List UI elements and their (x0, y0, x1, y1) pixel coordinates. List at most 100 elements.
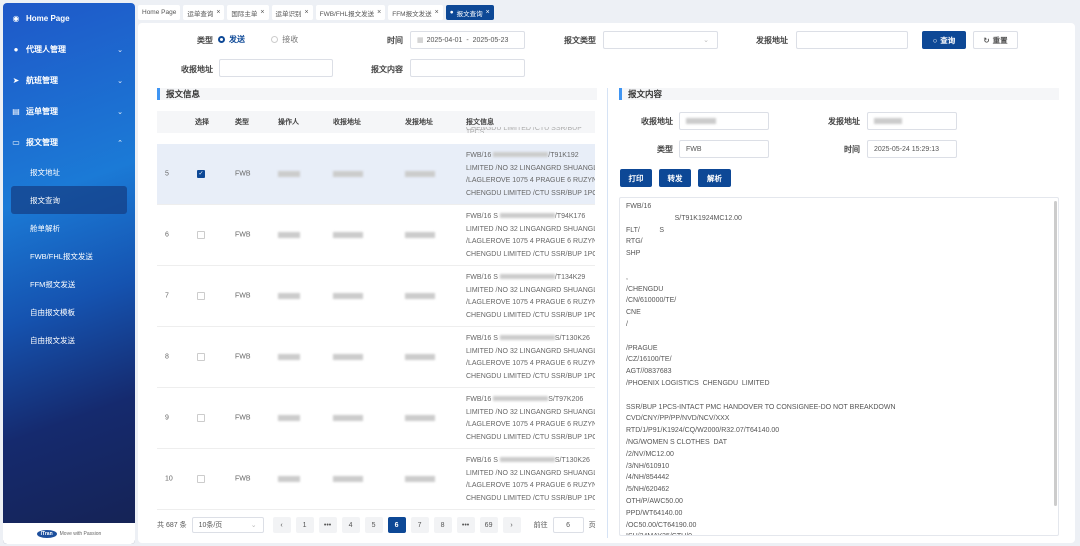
radio-send[interactable]: 发送 (218, 35, 245, 44)
table-row[interactable]: 7 FWB FWB/16 S /T134K29 LIMITED /NO 32 LI… (157, 266, 595, 327)
row-checkbox[interactable] (197, 292, 205, 300)
page-button[interactable]: 8 (433, 517, 452, 533)
msg-type-select[interactable]: ⌄ (603, 31, 718, 49)
reset-button[interactable]: ↻ 重置 (973, 31, 1018, 49)
row-sender (405, 293, 435, 299)
calendar-icon: ▦ (417, 37, 424, 44)
detail-time-label: 时间 (844, 145, 860, 154)
redacted-value (499, 213, 555, 218)
query-button[interactable]: ○ 查询 (922, 31, 966, 49)
date-range-input[interactable]: ▦ 2025-04-01 - 2025-05-23 (410, 31, 525, 49)
row-checkbox[interactable] (197, 231, 205, 239)
goto-page-input[interactable]: 6 (552, 517, 584, 533)
row-checkbox[interactable] (197, 353, 205, 361)
sidebar-sub-manifest[interactable]: 舱单解析 (11, 214, 127, 242)
next-page-button[interactable]: › (502, 517, 521, 533)
page-ellipsis[interactable]: ••• (456, 517, 475, 533)
tab-waybill-recognize[interactable]: 运单识别 × (271, 5, 313, 20)
refresh-icon: ↻ (983, 35, 990, 45)
type-radio-group: 发送 接收 (218, 34, 298, 45)
close-icon[interactable]: × (435, 9, 439, 16)
table-row[interactable]: 5 ✓ FWB FWB/16 /T91K192 LIMITED /NO 32 LI… (157, 144, 595, 205)
row-sender (405, 171, 435, 177)
row-receiver (333, 354, 363, 360)
receiver-input[interactable] (219, 59, 333, 77)
redacted-value (493, 396, 549, 401)
detail-sender-field[interactable] (867, 112, 957, 130)
sidebar-sub-free[interactable]: 自由报文发送 (11, 326, 127, 354)
row-checkbox[interactable] (197, 414, 205, 422)
row-type: FWB (235, 231, 251, 239)
tab-fwb-send[interactable]: FWB/FHL报文发送 × (315, 5, 386, 20)
close-icon[interactable]: × (260, 9, 264, 16)
parse-button[interactable]: 解析 (698, 169, 731, 187)
tab-home[interactable]: Home Page (138, 5, 181, 20)
sidebar-sub-query[interactable]: 报文查询 (11, 186, 127, 214)
tab-waybill-query[interactable]: 运单查询 × (183, 5, 225, 20)
goto-label: 前往 (533, 522, 548, 529)
sidebar-sub-fwb[interactable]: FWB/FHL报文发送 (11, 242, 127, 270)
logo: ITran Move with Passion (3, 523, 135, 544)
sidebar-sub-address[interactable]: 报文地址 (11, 158, 127, 186)
sidebar-sub-ffm[interactable]: FFM报文发送 (11, 270, 127, 298)
close-icon[interactable]: × (216, 9, 220, 16)
radio-checked-icon (218, 36, 225, 44)
page-button[interactable]: 1 (295, 517, 314, 533)
prev-page-button[interactable]: ‹ (272, 517, 291, 533)
print-button[interactable]: 打印 (620, 169, 652, 187)
close-icon[interactable]: × (377, 9, 381, 16)
radio-receive[interactable]: 接收 (271, 35, 298, 44)
sender-input[interactable] (796, 31, 908, 49)
chevron-left-icon: ‹ (280, 521, 283, 529)
tab-intl-master[interactable]: 国际主单 × (227, 5, 269, 20)
msg-type-label: 报文类型 (564, 36, 596, 45)
pagination: 共 687 条 10条/页 ⌄ ‹ 1 ••• 4 5 6 7 8 ••• 69 › 前往 6 页 (157, 517, 596, 533)
detail-type-field[interactable]: FWB (679, 140, 769, 158)
chevron-right-icon: › (510, 521, 513, 529)
redacted-value (499, 274, 555, 279)
table-row[interactable]: 8 FWB FWB/16 S S/T130K26 LIMITED /NO 32 L… (157, 327, 595, 388)
page-button[interactable]: 5 (364, 517, 383, 533)
message-content-box[interactable]: FWB/16 S/T91K1924MC12.00 FLT/ S RTG/ SHP… (619, 197, 1059, 536)
close-icon[interactable]: × (305, 9, 309, 16)
row-checkbox[interactable] (197, 475, 205, 483)
row-receiver (333, 232, 363, 238)
table-row[interactable]: 9 FWB FWB/16 S/T97K206 LIMITED /NO 32 LIN… (157, 388, 595, 449)
row-sender (405, 476, 435, 482)
tab-ffm-send[interactable]: FFM报文发送 × (388, 5, 443, 20)
detail-receiver-field[interactable] (679, 112, 769, 130)
page-size-select[interactable]: 10条/页 ⌄ (191, 517, 264, 533)
row-type: FWB (235, 475, 251, 483)
sidebar-item-waybill[interactable]: ▤ 运单管理 ⌄ (3, 96, 135, 127)
page-button[interactable]: 4 (341, 517, 360, 533)
sidebar-item-home[interactable]: ◉ Home Page (3, 3, 135, 34)
chevron-down-icon: ⌄ (117, 77, 123, 85)
page-button[interactable]: 7 (410, 517, 429, 533)
row-message: FWB/16 /T91K192 LIMITED /NO 32 LINGANGRD … (466, 152, 595, 197)
page-button[interactable]: 6 (387, 517, 406, 533)
sidebar-item-agent[interactable]: ● 代理人管理 ⌄ (3, 34, 135, 65)
table-row[interactable]: 10 FWB FWB/16 S S/T130K26 LIMITED /NO 32 … (157, 449, 595, 510)
row-number: 10 (165, 475, 173, 483)
column-header-message: 报文信息 (466, 119, 494, 126)
page-ellipsis[interactable]: ••• (318, 517, 337, 533)
scrollbar[interactable] (1054, 201, 1057, 506)
sidebar-item-flight[interactable]: ➤ 航班管理 ⌄ (3, 65, 135, 96)
content-input[interactable] (410, 59, 525, 77)
tab-message-query[interactable]: ● 报文查询 × (445, 5, 494, 20)
chevron-down-icon: ⌄ (250, 522, 257, 529)
row-checkbox[interactable]: ✓ (197, 170, 205, 178)
column-header-receiver: 收报地址 (333, 119, 361, 126)
close-icon[interactable]: × (486, 9, 490, 16)
page-button[interactable]: 69 (479, 517, 498, 533)
forward-button[interactable]: 转发 (659, 169, 691, 187)
chevron-down-icon: ⌄ (117, 46, 123, 54)
user-icon: ● (13, 45, 19, 54)
detail-time-field[interactable]: 2025-05-24 15:29:13 (867, 140, 957, 158)
row-message: FWB/16 S /T94K176 LIMITED /NO 32 LINGANGR… (466, 213, 595, 258)
sidebar-sub-template[interactable]: 自由报文模板 (11, 298, 127, 326)
sidebar-item-message[interactable]: ▭ 报文管理 ⌃ (3, 127, 135, 158)
waybill-icon: ▤ (12, 107, 20, 116)
plane-icon: ➤ (12, 76, 20, 85)
table-row[interactable]: 6 FWB FWB/16 S /T94K176 LIMITED /NO 32 LI… (157, 205, 595, 266)
